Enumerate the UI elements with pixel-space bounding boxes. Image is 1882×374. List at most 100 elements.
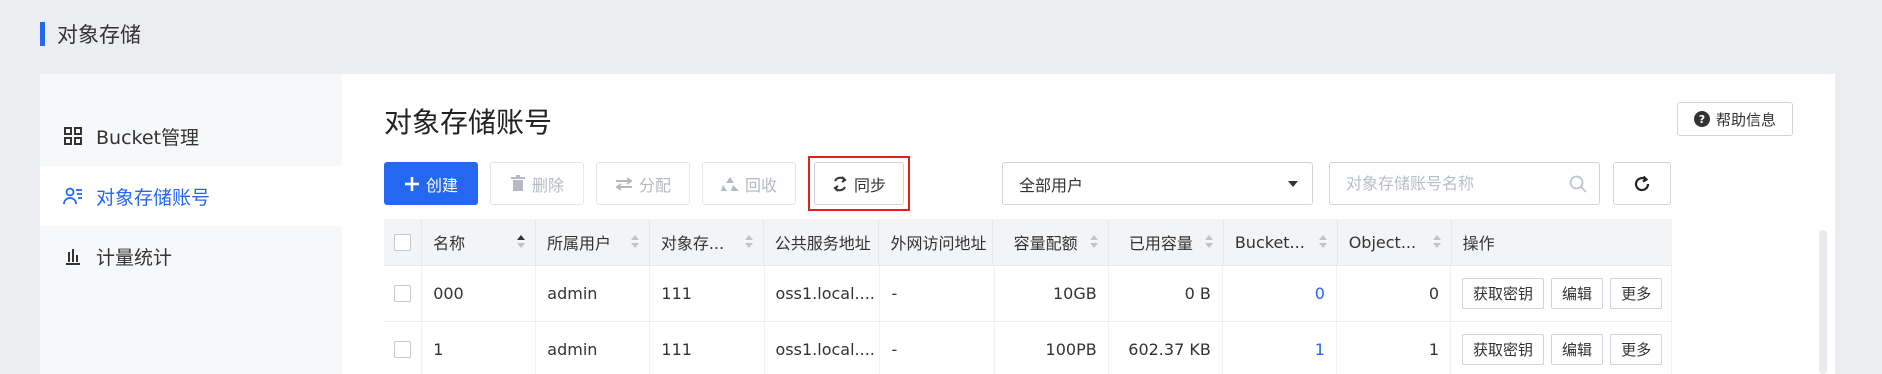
more-button[interactable]: 更多 <box>1610 278 1663 309</box>
delete-label: 删除 <box>531 175 564 195</box>
col-object[interactable]: Object... <box>1338 219 1452 265</box>
trash-icon <box>510 175 526 192</box>
cell-user: admin <box>536 322 651 374</box>
col-name[interactable]: 名称 <box>422 219 536 265</box>
create-label: 创建 <box>425 175 458 195</box>
select-all-cell <box>384 219 423 265</box>
sync-button[interactable]: 同步 <box>814 162 904 205</box>
col-user[interactable]: 所属用户 <box>536 219 650 265</box>
help-label: 帮助信息 <box>1715 110 1776 129</box>
refresh-button[interactable] <box>1613 162 1671 205</box>
cell-quota: 10GB <box>995 266 1109 321</box>
grid-icon <box>62 125 84 147</box>
cell-name: 1 <box>422 322 537 374</box>
search-box <box>1329 162 1600 205</box>
cell-bucket-count: 1 <box>1223 322 1337 374</box>
recycle-button[interactable]: 回收 <box>702 162 796 205</box>
column-header-label: 名称 <box>433 234 466 253</box>
column-header-label: 所属用户 <box>546 234 611 253</box>
user-list-icon <box>62 185 84 207</box>
cell-name: 000 <box>422 266 537 321</box>
column-header-label: 对象存... <box>660 234 725 253</box>
edit-button[interactable]: 编辑 <box>1551 278 1604 309</box>
get-key-button[interactable]: 获取密钥 <box>1462 334 1545 365</box>
cell-quota: 100PB <box>995 322 1109 374</box>
help-button[interactable]: ? 帮助信息 <box>1677 102 1793 136</box>
question-icon: ? <box>1693 111 1710 127</box>
edit-button[interactable]: 编辑 <box>1551 334 1604 365</box>
user-filter-value: 全部用户 <box>1019 175 1084 195</box>
sync-highlight-box: 同步 <box>808 156 910 211</box>
table-row: 000 admin 111 oss1.local.... - 10GB 0 B … <box>384 266 1673 322</box>
sort-icon[interactable] <box>1318 235 1327 248</box>
bucket-count-link[interactable]: 1 <box>1315 340 1325 359</box>
sidebar-item-bucket[interactable]: Bucket管理 <box>40 106 342 166</box>
row-checkbox[interactable] <box>394 285 412 302</box>
main-panel: 对象存储账号 ? 帮助信息 创建 删除 分配 回收 同步 全部用户 对象存储账号… <box>342 74 1835 374</box>
cell-used: 0 B <box>1109 266 1223 321</box>
cell-used: 602.37 KB <box>1109 322 1223 374</box>
col-used[interactable]: 已用容量 <box>1109 219 1224 265</box>
table-header: 名称 所属用户 对象存... 公共服务地址 外网访问地址 容量配额 已用容量 B… <box>384 219 1672 266</box>
user-filter-select[interactable]: 全部用户 <box>1002 162 1313 205</box>
cell-actions: 获取密钥 编辑 更多 <box>1451 266 1673 321</box>
sort-icon[interactable] <box>1204 235 1213 248</box>
cell-object-count: 0 <box>1337 266 1452 321</box>
cell-external-address: - <box>880 322 995 374</box>
cell-actions: 获取密钥 编辑 更多 <box>1451 322 1673 374</box>
recycle-label: 回收 <box>744 175 777 195</box>
row-checkbox[interactable] <box>394 341 412 358</box>
col-external-address: 外网访问地址 <box>879 219 994 265</box>
cell-public-address: oss1.local.... <box>765 322 881 374</box>
caret-down-icon <box>1288 181 1298 187</box>
sidebar-item-oss-account[interactable]: 对象存储账号 <box>40 166 342 226</box>
search-input[interactable] <box>1346 174 1556 193</box>
row-select-cell <box>384 266 423 321</box>
table-scrollbar[interactable] <box>1819 230 1827 374</box>
select-all-checkbox[interactable] <box>394 233 412 251</box>
assign-button[interactable]: 分配 <box>596 162 690 205</box>
content-card: Bucket管理 对象存储账号 计量统计 对象存储账号 ? 帮助信息 创建 删除… <box>40 74 1835 374</box>
cell-external-address: - <box>880 266 995 321</box>
get-key-button[interactable]: 获取密钥 <box>1462 278 1545 309</box>
cell-object-count: 1 <box>1337 322 1452 374</box>
sync-label: 同步 <box>853 175 886 195</box>
create-button[interactable]: 创建 <box>384 162 478 205</box>
plus-icon <box>404 176 420 192</box>
sidebar-item-metering[interactable]: 计量统计 <box>40 226 342 286</box>
col-public-address: 公共服务地址 <box>764 219 880 265</box>
sort-icon[interactable] <box>1089 235 1098 248</box>
column-header-label: Bucket... <box>1234 232 1305 252</box>
column-header-label: Object... <box>1348 232 1417 252</box>
cell-store: 111 <box>650 322 765 374</box>
more-button[interactable]: 更多 <box>1610 334 1663 365</box>
table-row: 1 admin 111 oss1.local.... - 100PB 602.3… <box>384 322 1673 374</box>
search-icon[interactable] <box>1569 175 1587 197</box>
column-header-label: 操作 <box>1462 234 1495 253</box>
section-title: 对象存储账号 <box>384 106 553 139</box>
sidebar-item-label: 计量统计 <box>96 246 173 269</box>
recycle-icon <box>720 176 739 192</box>
sort-icon[interactable] <box>630 235 639 248</box>
column-header-label: 公共服务地址 <box>774 234 871 253</box>
cell-user: admin <box>536 266 651 321</box>
bucket-count-link[interactable]: 0 <box>1315 284 1325 303</box>
sort-icon[interactable] <box>516 235 525 248</box>
column-header-label: 容量配额 <box>1013 234 1078 253</box>
cell-store: 111 <box>650 266 765 321</box>
assign-label: 分配 <box>638 175 671 195</box>
sort-icon[interactable] <box>744 235 753 248</box>
col-quota[interactable]: 容量配额 <box>993 219 1109 265</box>
sync-icon <box>832 175 848 192</box>
sort-icon[interactable] <box>1432 235 1441 248</box>
sidebar: Bucket管理 对象存储账号 计量统计 <box>40 74 342 374</box>
accounts-table: 名称 所属用户 对象存... 公共服务地址 外网访问地址 容量配额 已用容量 B… <box>384 219 1673 374</box>
col-actions: 操作 <box>1452 219 1672 265</box>
col-bucket[interactable]: Bucket... <box>1224 219 1338 265</box>
delete-button[interactable]: 删除 <box>490 162 584 205</box>
page-title: 对象存储 <box>57 23 141 47</box>
col-store[interactable]: 对象存... <box>650 219 764 265</box>
title-accent-bar <box>40 22 45 46</box>
sidebar-item-label: Bucket管理 <box>96 126 199 149</box>
swap-icon <box>615 176 633 191</box>
